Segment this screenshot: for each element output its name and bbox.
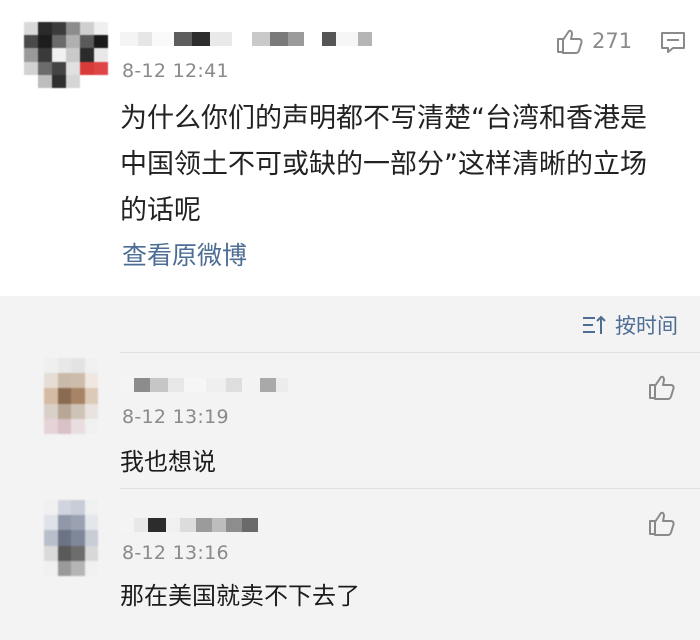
like-button[interactable] <box>648 374 676 404</box>
main-post: 8-12 12:41 271 为什么你们的声明都不写清楚“台湾和香港是 中国领土… <box>0 0 700 296</box>
reply-time: 8-12 13:16 <box>122 542 229 564</box>
divider <box>120 488 700 489</box>
avatar[interactable] <box>44 500 98 576</box>
view-original-link[interactable]: 查看原微博 <box>122 236 247 272</box>
post-time: 8-12 12:41 <box>122 60 229 82</box>
like-button[interactable] <box>648 510 676 540</box>
sort-by-time-button[interactable]: 按时间 <box>581 310 678 340</box>
comment-button[interactable] <box>660 30 686 60</box>
post-line: 为什么你们的声明都不写清楚“台湾和香港是 <box>120 103 647 134</box>
reply-time: 8-12 13:19 <box>122 406 229 428</box>
reply-text: 那在美国就卖不下去了 <box>120 582 360 610</box>
sort-icon <box>583 315 606 334</box>
post-content: 为什么你们的声明都不写清楚“台湾和香港是 中国领土不可或缺的一部分”这样清晰的立… <box>120 96 680 234</box>
avatar[interactable] <box>24 22 108 88</box>
comment-icon <box>661 32 685 53</box>
thumbs-up-icon <box>557 29 583 54</box>
like-count: 271 <box>592 29 633 53</box>
username-blurred[interactable] <box>120 32 372 46</box>
username-blurred[interactable] <box>120 518 258 532</box>
like-button[interactable]: 271 <box>556 28 632 54</box>
post-line: 中国领土不可或缺的一部分”这样清晰的立场 <box>120 149 647 180</box>
username-blurred[interactable] <box>120 378 288 392</box>
thumbs-up-icon <box>649 375 675 400</box>
thumbs-up-icon <box>649 511 675 536</box>
post-line: 的话呢 <box>120 195 201 226</box>
sort-label: 按时间 <box>615 314 678 338</box>
avatar[interactable] <box>44 358 98 434</box>
divider <box>120 352 700 353</box>
reply-text: 我也想说 <box>120 448 216 476</box>
